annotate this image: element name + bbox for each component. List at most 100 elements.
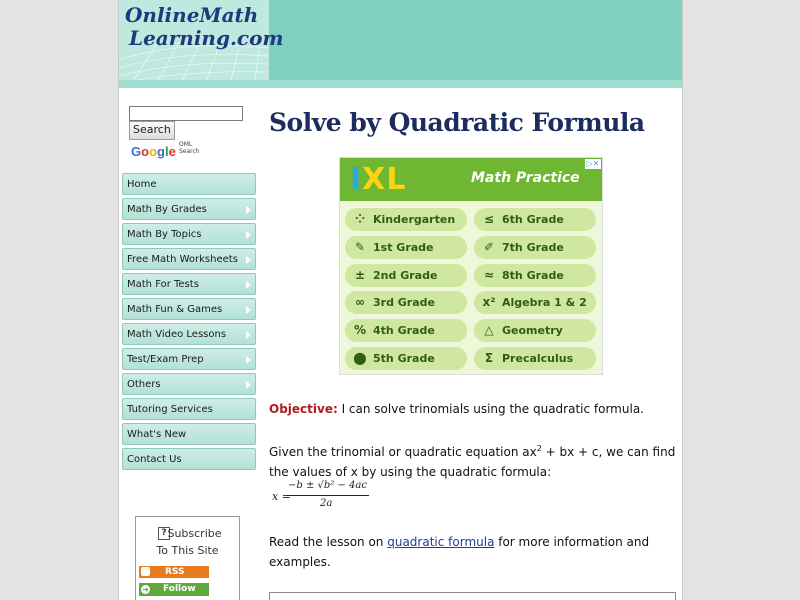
ixl-advertisement[interactable]: IXL Math Practice ▷✕ ⁘ Kindergarten ✎ 1st G…: [339, 157, 603, 375]
fraction-bar: [287, 495, 369, 496]
sidebar-item[interactable]: Math Fun & Games: [122, 298, 256, 320]
subject-icon: ⬤: [353, 351, 367, 365]
ad-grade-pill[interactable]: ✐ 7th Grade: [474, 235, 596, 259]
sidebar-item[interactable]: Tutoring Services: [122, 398, 256, 420]
site-logo[interactable]: OnlineMath Learning.com: [125, 4, 284, 50]
sidebar-item[interactable]: Others: [122, 373, 256, 395]
ad-pill-label: 2nd Grade: [373, 268, 438, 282]
sidebar-item[interactable]: What's New: [122, 423, 256, 445]
ad-pill-label: 1st Grade: [373, 240, 434, 254]
sidebar-item-label: Math By Grades: [127, 204, 207, 215]
subject-icon: △: [484, 323, 494, 338]
sidebar-item-label: Home: [127, 179, 157, 190]
ad-grade-pill[interactable]: △ Geometry: [474, 319, 596, 343]
sidebar-item[interactable]: Math For Tests: [122, 273, 256, 295]
subject-icon: %: [353, 323, 367, 338]
subject-icon: ≈: [483, 267, 495, 282]
chevron-right-icon: [246, 206, 251, 214]
logo-line2: Learning.com: [129, 26, 284, 50]
banner-stripe: [119, 80, 682, 88]
ad-pill-label: 4th Grade: [373, 324, 435, 338]
ad-grade-pill[interactable]: ⁘ Kindergarten: [345, 208, 467, 231]
logo-line1: OnlineMath: [125, 3, 259, 27]
sidebar-item[interactable]: Contact Us: [122, 448, 256, 470]
ad-title: Math Practice: [471, 170, 580, 186]
subscribe-line2: To This Site: [156, 544, 219, 557]
formula-denominator: 2a: [320, 498, 333, 509]
ad-pill-label: 5th Grade: [373, 352, 435, 365]
ad-pill-label: 7th Grade: [502, 240, 564, 254]
sidebar-item-label: Tutoring Services: [127, 404, 213, 415]
ad-grade-pill[interactable]: ≈8th Grade: [474, 263, 596, 287]
ad-grade-pill[interactable]: ±2nd Grade: [345, 263, 467, 287]
rss-button[interactable]: RSS: [139, 566, 209, 578]
follow-button[interactable]: ➜ Follow: [139, 583, 209, 596]
sidebar-item-label: Math Fun & Games: [127, 304, 223, 315]
site-banner: OnlineMath Learning.com: [119, 0, 682, 88]
page-container: OnlineMath Learning.com Search Google OM…: [118, 0, 683, 600]
chevron-right-icon: [246, 356, 251, 364]
ad-grade-pill[interactable]: ≤6th Grade: [474, 208, 596, 231]
sidebar-item-label: What's New: [127, 429, 187, 440]
ad-close-icon[interactable]: ▷✕: [585, 159, 601, 169]
quadratic-formula: x = −b ± √b² − 4ac 2a: [269, 479, 389, 515]
ad-pill-label: 8th Grade: [502, 268, 564, 282]
formula-lhs: x =: [272, 490, 291, 503]
quadratic-formula-link[interactable]: quadratic formula: [387, 535, 494, 549]
sidebar-item-label: Math Video Lessons: [127, 329, 227, 340]
ad-pill-label: Precalculus: [502, 352, 574, 365]
ad-grade-pill[interactable]: ✎ 1st Grade: [345, 235, 467, 259]
rss-label: RSS: [165, 567, 185, 577]
sidebar-item[interactable]: Home: [122, 173, 256, 195]
ad-pill-label: 6th Grade: [502, 213, 564, 226]
sidebar-item-label: Test/Exam Prep: [127, 354, 204, 365]
ad-pill-label: Kindergarten: [373, 213, 456, 226]
ixl-logo: IXL: [350, 162, 407, 197]
subscribe-text: Subscribe To This Site: [136, 525, 239, 559]
ad-grade-pill[interactable]: ⬤ 5th Grade: [345, 347, 467, 370]
given-text-a: Given the trinomial or quadratic equatio…: [269, 445, 537, 459]
google-sub-label: OML Search: [179, 141, 200, 155]
objective-paragraph: Objective: I can solve trinomials using …: [269, 399, 679, 419]
ad-pill-label: Algebra 1 & 2: [502, 296, 587, 310]
subject-icon: ±: [354, 267, 366, 282]
given-paragraph: Given the trinomial or quadratic equatio…: [269, 439, 679, 482]
page-title: Solve by Quadratic Formula: [269, 108, 645, 137]
google-search-branding: Google OML Search: [131, 141, 200, 159]
follow-label: Follow: [163, 584, 196, 594]
ad-grade-pill[interactable]: Σ Precalculus: [474, 347, 596, 370]
sidebar-item-label: Contact Us: [127, 454, 182, 465]
sidebar-item[interactable]: Math By Topics: [122, 223, 256, 245]
formula-numerator: −b ± √b² − 4ac: [288, 480, 367, 491]
chevron-right-icon: [246, 306, 251, 314]
search-button[interactable]: Search: [129, 121, 175, 140]
rss-icon: [141, 567, 150, 576]
read-prefix: Read the lesson on: [269, 535, 388, 549]
chevron-right-icon: [246, 331, 251, 339]
ad-pill-label: 3rd Grade: [373, 296, 435, 310]
sidebar-item-label: Others: [127, 379, 161, 390]
subject-icon: ✎: [354, 239, 366, 254]
sidebar-item[interactable]: Math By Grades: [122, 198, 256, 220]
sidebar-item[interactable]: Free Math Worksheets: [122, 248, 256, 270]
sidebar-item-label: Math By Topics: [127, 229, 202, 240]
subject-icon: ✐: [483, 239, 495, 254]
objective-text: I can solve trinomials using the quadrat…: [337, 402, 644, 416]
sidebar-item[interactable]: Test/Exam Prep: [122, 348, 256, 370]
subscribe-box: ? Subscribe To This Site RSS ➜ Follow: [135, 516, 240, 600]
ad-grade-pill[interactable]: x² Algebra 1 & 2: [474, 291, 596, 315]
subscribe-line1: Subscribe: [167, 527, 222, 540]
chevron-right-icon: [246, 256, 251, 264]
ad-grade-pill[interactable]: ∞ 3rd Grade: [345, 291, 467, 315]
sidebar-item-label: Free Math Worksheets: [127, 254, 238, 265]
chevron-right-icon: [246, 231, 251, 239]
ad-pill-label: Geometry: [502, 324, 563, 338]
chevron-right-icon: [246, 281, 251, 289]
google-logo: Google: [131, 144, 176, 159]
ad-grade-pill[interactable]: % 4th Grade: [345, 319, 467, 343]
objective-label: Objective:: [269, 402, 338, 416]
chevron-right-icon: [246, 381, 251, 389]
search-input[interactable]: [129, 106, 243, 121]
content-box: [269, 592, 676, 600]
sidebar-item[interactable]: Math Video Lessons: [122, 323, 256, 345]
